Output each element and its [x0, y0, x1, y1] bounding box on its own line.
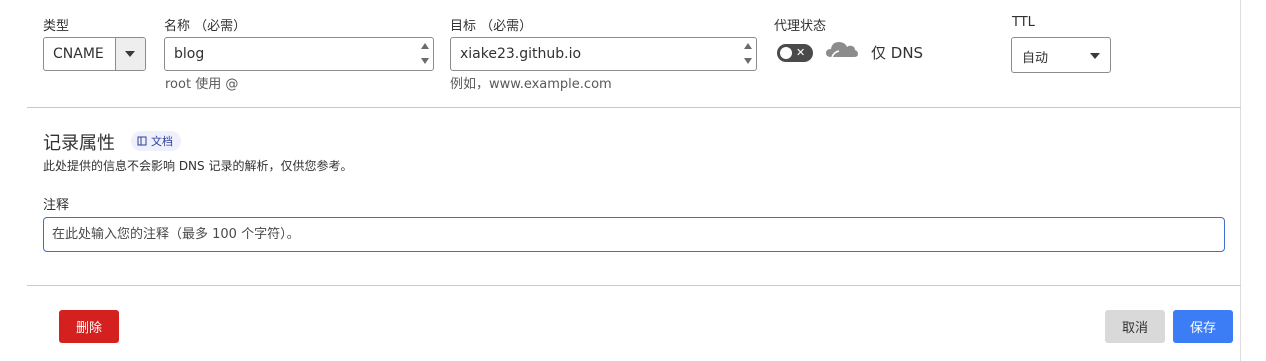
target-input[interactable]: xiake23.github.io [450, 37, 757, 71]
footer-divider [27, 285, 1241, 286]
chevron-down-icon [1090, 53, 1100, 59]
name-spinner[interactable] [420, 43, 430, 67]
record-attributes-description: 此处提供的信息不会影响 DNS 记录的解析，仅供您参考。 [43, 159, 353, 173]
document-icon [137, 136, 147, 146]
spinner-down-icon[interactable] [421, 58, 429, 64]
record-type-value: CNAME [53, 46, 104, 62]
proxy-status-label: 代理状态 [774, 19, 827, 34]
record-type-dropdown-button[interactable] [115, 38, 145, 70]
name-input[interactable]: blog [164, 37, 434, 71]
target-label: 目标 （必需） [450, 19, 533, 34]
name-label: 名称 （必需） [164, 19, 247, 34]
ttl-label: TTL [1012, 15, 1035, 30]
delete-button[interactable]: 删除 [59, 310, 119, 343]
toggle-knob [780, 47, 792, 59]
note-input[interactable] [52, 218, 1212, 251]
cancel-button[interactable]: 取消 [1105, 310, 1165, 343]
name-hint: root 使用 @ [165, 77, 239, 92]
docs-badge-label: 文档 [151, 135, 173, 148]
save-button[interactable]: 保存 [1173, 310, 1233, 343]
chevron-down-icon [125, 51, 135, 57]
ttl-select[interactable]: 自动 [1011, 37, 1111, 73]
cloud-icon [826, 42, 858, 58]
section-divider [27, 107, 1241, 108]
proxy-toggle[interactable]: ✕ [777, 44, 813, 62]
toggle-off-glyph: ✕ [796, 46, 806, 59]
spinner-up-icon[interactable] [744, 43, 752, 49]
type-label: 类型 [43, 19, 70, 34]
spinner-up-icon[interactable] [421, 43, 429, 49]
ttl-value: 自动 [1022, 51, 1049, 66]
record-type-select[interactable]: CNAME [43, 37, 146, 71]
name-input-value: blog [174, 46, 205, 62]
spinner-down-icon[interactable] [744, 58, 752, 64]
note-label: 注释 [43, 198, 70, 213]
note-field[interactable] [43, 217, 1225, 252]
target-spinner[interactable] [743, 43, 753, 67]
target-input-value: xiake23.github.io [460, 46, 582, 62]
docs-badge[interactable]: 文档 [131, 131, 181, 151]
proxy-status-text: 仅 DNS [871, 44, 924, 62]
target-hint: 例如，www.example.com [450, 77, 612, 92]
right-edge-divider [1240, 0, 1241, 361]
record-attributes-title: 记录属性 [43, 133, 115, 154]
